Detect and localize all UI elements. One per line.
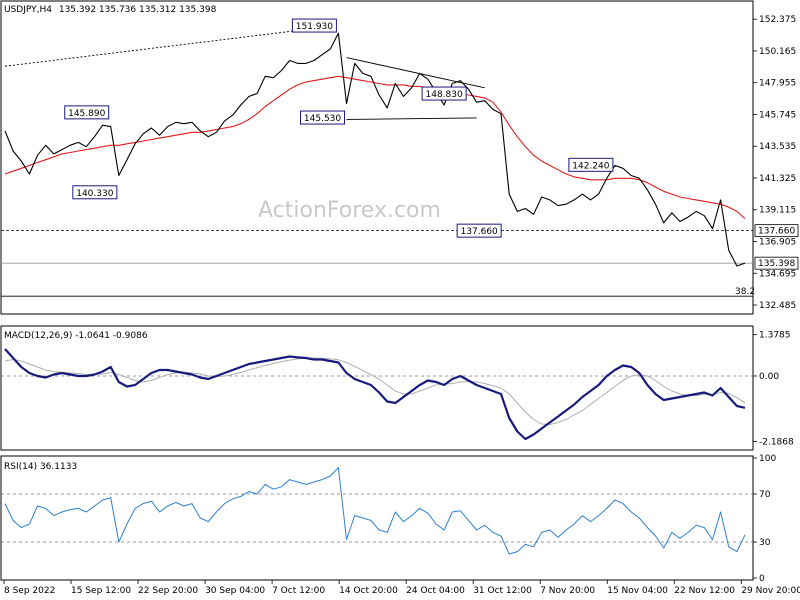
macd-y-tick-label-1: 0.00 (759, 372, 779, 382)
rsi-y-tick-label-3: 0 (759, 574, 765, 584)
x-tick-label-6: 24 Oct 04:00 (406, 586, 465, 596)
price-axis-tag-0: 137.660 (758, 227, 795, 237)
price-y-tick-label-4: 143.535 (759, 142, 796, 152)
instrument-title-text: USDJPY,H4 (4, 5, 52, 15)
x-tick-label-1: 15 Sep 12:00 (71, 586, 131, 596)
usdjpy-h4-chart: ActionForex.com 151.930 145.890 140.330 145… (0, 0, 800, 596)
macd-line (4, 348, 746, 441)
trendline-0 (4, 25, 339, 67)
macd-label: MACD(12,26,9) -1.0641 -0.9086 (4, 331, 148, 341)
price-y-tick-label-5: 141.325 (759, 174, 796, 184)
x-tick-label-8: 7 Nov 20:00 (540, 586, 595, 596)
price-panel-frame (0, 0, 754, 315)
price-y-tick-label-3: 145.745 (759, 110, 796, 120)
x-tick-label-0: 8 Sep 2022 (4, 586, 55, 596)
x-tick-label-10: 22 Nov 12:00 (674, 586, 735, 596)
price-line (4, 32, 746, 267)
price-y-tick-label-8: 134.695 (759, 269, 796, 279)
macd-y-tick-label-2: -2.1868 (759, 438, 794, 448)
price-label-1: 145.890 (68, 109, 105, 119)
price-y-tick-label-1: 150.165 (759, 47, 796, 57)
x-tick-label-4: 7 Oct 12:00 (272, 586, 325, 596)
price-label-0: 151.930 (296, 22, 333, 32)
price-layer: 151.930 145.890 140.330 145.530 148.830 142.2… (1, 18, 753, 297)
x-tick-label-2: 22 Sep 20:00 (138, 586, 198, 596)
instrument-title: USDJPY,H4 135.392 135.736 135.312 135.39… (4, 5, 217, 15)
price-label-6: 137.660 (461, 227, 498, 237)
rsi-y-tick-label-0: 100 (759, 454, 776, 464)
watermark: ActionForex.com (258, 198, 441, 223)
macd-layer (1, 348, 753, 441)
rsi-line (4, 467, 746, 555)
price-label-3: 145.530 (304, 114, 341, 124)
x-tick-label-9: 15 Nov 04:00 (607, 586, 668, 596)
price-y-tick-label-9: 132.485 (759, 301, 796, 311)
macd-panel-frame (0, 325, 754, 451)
price-label-4: 148.830 (426, 90, 463, 100)
price-y-tick-label-7: 136.905 (759, 238, 796, 248)
rsi-panel-frame (0, 455, 754, 581)
trendline-1 (346, 57, 485, 89)
fib-level-label-2: 38.2 (735, 287, 755, 297)
rsi-y-tick-label-2: 30 (759, 538, 771, 548)
x-tick-label-5: 14 Oct 20:00 (339, 586, 398, 596)
x-tick-label-7: 31 Oct 12:00 (473, 586, 532, 596)
price-label-2: 140.330 (76, 189, 113, 199)
rsi-layer (1, 467, 753, 555)
price-y-tick-label-6: 139.115 (759, 206, 796, 216)
x-tick-label-11: 29 Nov 20:00 (741, 586, 800, 596)
rsi-label: RSI(14) 36.1133 (4, 462, 77, 472)
macd-y-tick-label-0: 1.3785 (759, 331, 791, 341)
instrument-ohlc: 135.392 135.736 135.312 135.398 (59, 5, 217, 15)
price-y-tick-label-0: 152.375 (759, 15, 796, 25)
trendline-2 (346, 117, 477, 120)
price-y-tick-label-2: 147.955 (759, 79, 796, 89)
price-label-5: 142.240 (572, 161, 609, 171)
rsi-y-tick-label-1: 70 (759, 490, 771, 500)
price-axis-tag-1: 135.398 (758, 259, 795, 269)
axis-layer: 152.375 150.165 147.955 145.745 143.535 141.3… (3, 15, 800, 596)
x-tick-label-3: 30 Sep 04:00 (205, 586, 265, 596)
